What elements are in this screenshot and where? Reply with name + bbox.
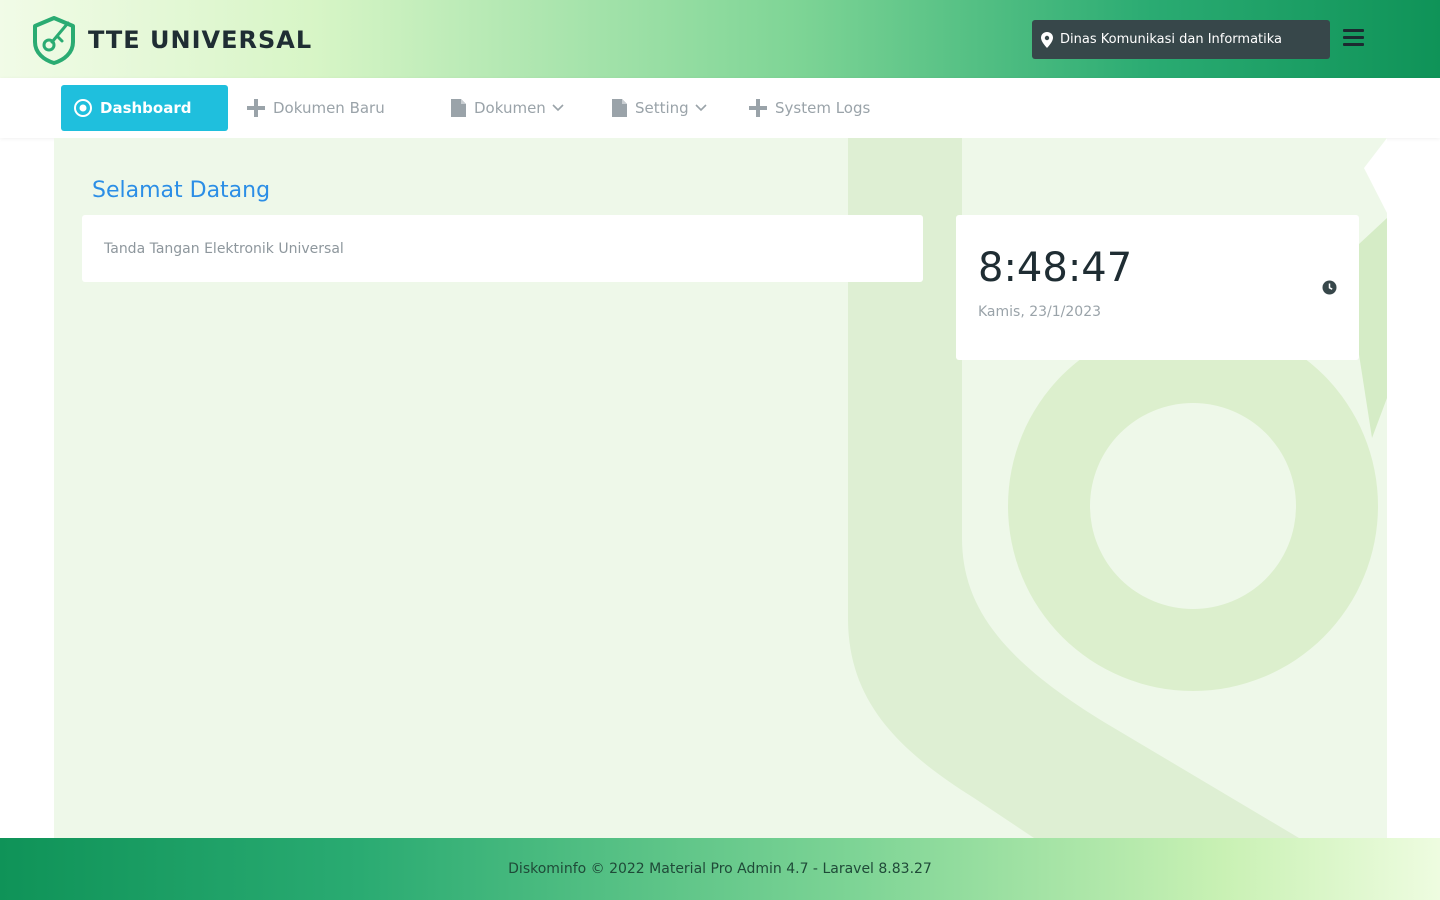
- welcome-card: Tanda Tangan Elektronik Universal: [82, 215, 923, 282]
- menu-toggle-button[interactable]: [1343, 29, 1364, 49]
- map-pin-icon: [1041, 31, 1053, 48]
- top-header: TTE UNIVERSAL Dinas Komunikasi dan Infor…: [0, 0, 1440, 78]
- main-navigation: Dashboard Dokumen Baru Dokumen Setting S…: [0, 78, 1440, 138]
- welcome-text: Tanda Tangan Elektronik Universal: [104, 240, 344, 257]
- nav-item-label: Dokumen Baru: [273, 99, 385, 117]
- clock-time: 8:48:47: [978, 245, 1133, 291]
- plus-icon: [749, 99, 767, 117]
- clock-icon: [1322, 280, 1337, 295]
- brand-title[interactable]: TTE UNIVERSAL: [88, 26, 312, 54]
- clock-card: 8:48:47 Kamis, 23/1/2023: [956, 215, 1359, 360]
- nav-item-dokumen-baru[interactable]: Dokumen Baru: [246, 85, 385, 131]
- nav-item-label: System Logs: [775, 99, 871, 117]
- footer: Diskominfo © 2022 Material Pro Admin 4.7…: [0, 838, 1440, 900]
- organization-name: Dinas Komunikasi dan Informatika: [1060, 32, 1283, 47]
- clock-date: Kamis, 23/1/2023: [978, 304, 1102, 320]
- nav-item-system-logs[interactable]: System Logs: [748, 85, 870, 131]
- main-content: Selamat Datang Tanda Tangan Elektronik U…: [54, 138, 1387, 838]
- shield-check-logo-icon[interactable]: [30, 15, 78, 65]
- nav-item-setting[interactable]: Setting: [611, 85, 707, 131]
- menu-icon-bar: [1343, 36, 1364, 39]
- page-title: Selamat Datang: [92, 178, 271, 203]
- menu-icon-bar: [1343, 29, 1364, 32]
- chevron-down-icon: [552, 104, 564, 112]
- document-icon: [612, 99, 627, 117]
- nav-item-dokumen[interactable]: Dokumen: [450, 85, 564, 131]
- document-icon: [451, 99, 466, 117]
- chevron-down-icon: [695, 104, 707, 112]
- nav-item-label: Dashboard: [100, 99, 192, 117]
- nav-item-dashboard[interactable]: Dashboard: [61, 85, 228, 131]
- organization-badge[interactable]: Dinas Komunikasi dan Informatika: [1032, 20, 1330, 59]
- dashboard-icon: [74, 99, 92, 117]
- nav-item-label: Setting: [635, 99, 689, 117]
- nav-item-label: Dokumen: [474, 99, 546, 117]
- menu-icon-bar: [1343, 43, 1364, 46]
- plus-icon: [247, 99, 265, 117]
- footer-text: Diskominfo © 2022 Material Pro Admin 4.7…: [508, 861, 932, 877]
